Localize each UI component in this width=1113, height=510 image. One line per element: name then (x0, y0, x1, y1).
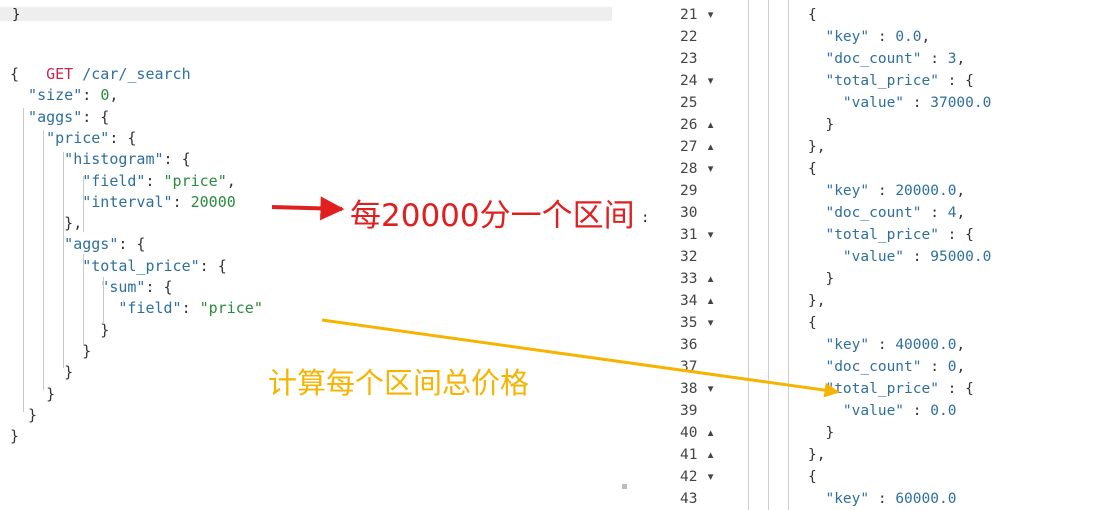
annotation-arrows (271, 196, 840, 398)
red-arrow (271, 196, 345, 221)
yellow-arrow (321, 318, 840, 398)
